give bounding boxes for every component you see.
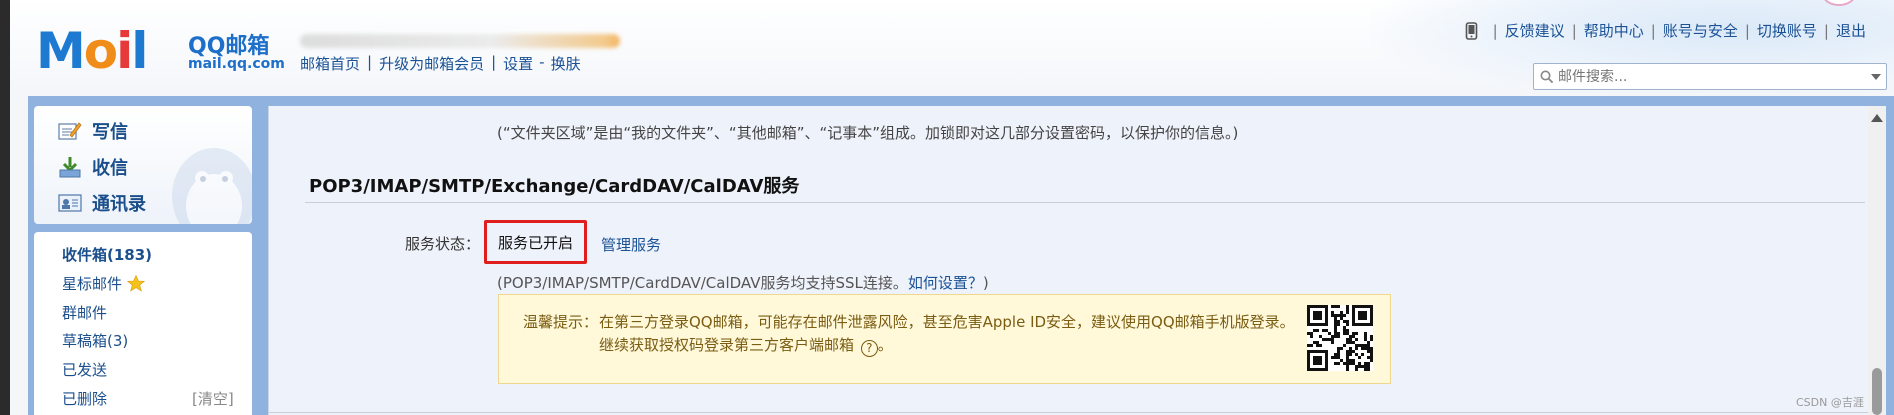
folder-group-mail[interactable]: 群邮件 (62, 302, 107, 323)
warning-tip-box: 温馨提示： 在第三方登录QQ邮箱，可能存在邮件泄露风险，甚至危害Apple ID… (498, 294, 1391, 384)
feedback-link[interactable]: 反馈建议 (1505, 20, 1565, 41)
tip-line-2-end: 。 (877, 336, 893, 354)
manage-service-link[interactable]: 管理服务 (601, 234, 661, 255)
mail-search-input[interactable] (1558, 68, 1866, 85)
logout-link[interactable]: 退出 (1836, 20, 1866, 41)
help-circle-icon[interactable]: ? (860, 339, 878, 357)
service-status-label: 服务状态： (405, 235, 481, 253)
receive-mail-label: 收信 (92, 158, 128, 179)
switch-account-link[interactable]: 切换账号 (1757, 20, 1817, 41)
folder-starred-label: 星标邮件 (62, 275, 123, 293)
chevron-down-icon (1871, 73, 1881, 80)
tip-line-1: 在第三方登录QQ邮箱，可能存在邮件泄露风险，甚至危害Apple ID安全，建议使… (599, 313, 1295, 331)
service-status-value: 服务已开启 (484, 220, 587, 264)
nav-skin-link[interactable]: 换肤 (551, 53, 581, 74)
qq-mail-logo[interactable]: Moil QQ邮箱 mail.qq.com (36, 26, 286, 76)
separator: | (1823, 21, 1829, 40)
folder-area-description: (“文件夹区域”是由“我的文件夹”、“其他邮箱”、“记事本”组成。加锁即对这几部… (497, 124, 1239, 142)
ssl-note-text: (POP3/IMAP/SMTP/CardDAV/CalDAV服务均支持SSL连接… (497, 274, 908, 292)
qq-penguin-icon (172, 148, 252, 224)
section-title: POP3/IMAP/SMTP/Exchange/CardDAV/CalDAV服务 (309, 176, 800, 197)
separator: | (491, 53, 497, 71)
nav-home-link[interactable]: 邮箱首页 (300, 53, 360, 74)
watermark: CSDN @吉涯 (1796, 396, 1864, 409)
dash-separator: - (539, 53, 545, 71)
mail-search-box (1533, 63, 1887, 90)
tip-line-2: 继续获取授权码登录第三方客户端邮箱 ?。 (599, 334, 893, 357)
quick-actions-panel: 写信 收信 通讯录 (34, 106, 252, 224)
separator: | (1744, 21, 1750, 40)
separator: | (1571, 21, 1577, 40)
tip-label: 温馨提示： (523, 313, 599, 331)
nav-upgrade-link[interactable]: 升级为邮箱会员 (379, 53, 484, 74)
top-nav: 邮箱首页 | 升级为邮箱会员 | 设置 - 换肤 (300, 53, 581, 74)
separator: | (367, 53, 373, 71)
inbox-download-icon (59, 157, 81, 178)
logo-mail-text: Moil (36, 22, 148, 80)
sidebar: 写信 收信 通讯录 收件箱(183) 星标邮件 群邮件 草稿箱(3) 已发送 已… (28, 98, 260, 415)
folder-inbox[interactable]: 收件箱(183) (62, 244, 152, 265)
content-divider (269, 412, 1869, 413)
compose-icon (58, 122, 82, 140)
content-scrollbar[interactable] (1868, 106, 1886, 415)
qr-code-icon (1307, 305, 1373, 371)
logo-url: mail.qq.com (188, 56, 285, 72)
separator: | (1650, 21, 1656, 40)
account-security-link[interactable]: 账号与安全 (1663, 20, 1738, 41)
contacts-label: 通讯录 (92, 194, 146, 215)
ssl-note-suffix: ) (982, 274, 989, 292)
folder-drafts[interactable]: 草稿箱(3) (62, 330, 128, 351)
mobile-phone-icon[interactable] (1465, 21, 1478, 40)
nav-settings-link[interactable]: 设置 (503, 53, 533, 74)
folder-starred[interactable]: 星标邮件 (62, 273, 146, 294)
scroll-thumb[interactable] (1872, 368, 1882, 415)
search-icon[interactable] (1540, 70, 1554, 84)
scroll-up-arrow-icon[interactable] (1871, 114, 1883, 122)
settings-content: (“文件夹区域”是由“我的文件夹”、“其他邮箱”、“记事本”组成。加锁即对这几部… (268, 106, 1869, 415)
help-center-link[interactable]: 帮助中心 (1584, 20, 1644, 41)
folder-sent[interactable]: 已发送 (62, 359, 107, 380)
section-divider (305, 202, 1865, 203)
main-frame: (“文件夹区域”是由“我的文件夹”、“其他邮箱”、“记事本”组成。加锁即对这几部… (260, 98, 1894, 415)
search-dropdown-button[interactable] (1866, 73, 1886, 80)
account-links: | 反馈建议 | 帮助中心 | 账号与安全 | 切换账号 | 退出 (1465, 20, 1866, 41)
ssl-note: (POP3/IMAP/SMTP/CardDAV/CalDAV服务均支持SSL连接… (497, 272, 989, 293)
contacts-button[interactable]: 通讯录 (58, 190, 146, 216)
mail-app: Moil QQ邮箱 mail.qq.com 邮箱首页 | 升级为邮箱会员 | 设… (10, 0, 1894, 415)
header: Moil QQ邮箱 mail.qq.com 邮箱首页 | 升级为邮箱会员 | 设… (10, 0, 1894, 98)
separator: | (1492, 21, 1498, 40)
how-to-setup-link[interactable]: 如何设置？ (908, 274, 983, 292)
user-account-redacted (300, 34, 620, 48)
receive-mail-button[interactable]: 收信 (58, 154, 128, 180)
compose-button[interactable]: 写信 (58, 118, 128, 144)
star-icon (127, 275, 146, 292)
compose-label: 写信 (92, 122, 128, 143)
folder-deleted[interactable]: 已删除 [清空] (62, 388, 234, 409)
clear-trash-link[interactable]: [清空] (192, 388, 234, 409)
tip-line-2-text: 继续获取授权码登录第三方客户端邮箱 (599, 336, 855, 354)
folder-deleted-label: 已删除 (62, 390, 108, 408)
folder-list: 收件箱(183) 星标邮件 群邮件 草稿箱(3) 已发送 已删除 [清空] (34, 232, 252, 415)
contacts-card-icon (58, 194, 82, 212)
